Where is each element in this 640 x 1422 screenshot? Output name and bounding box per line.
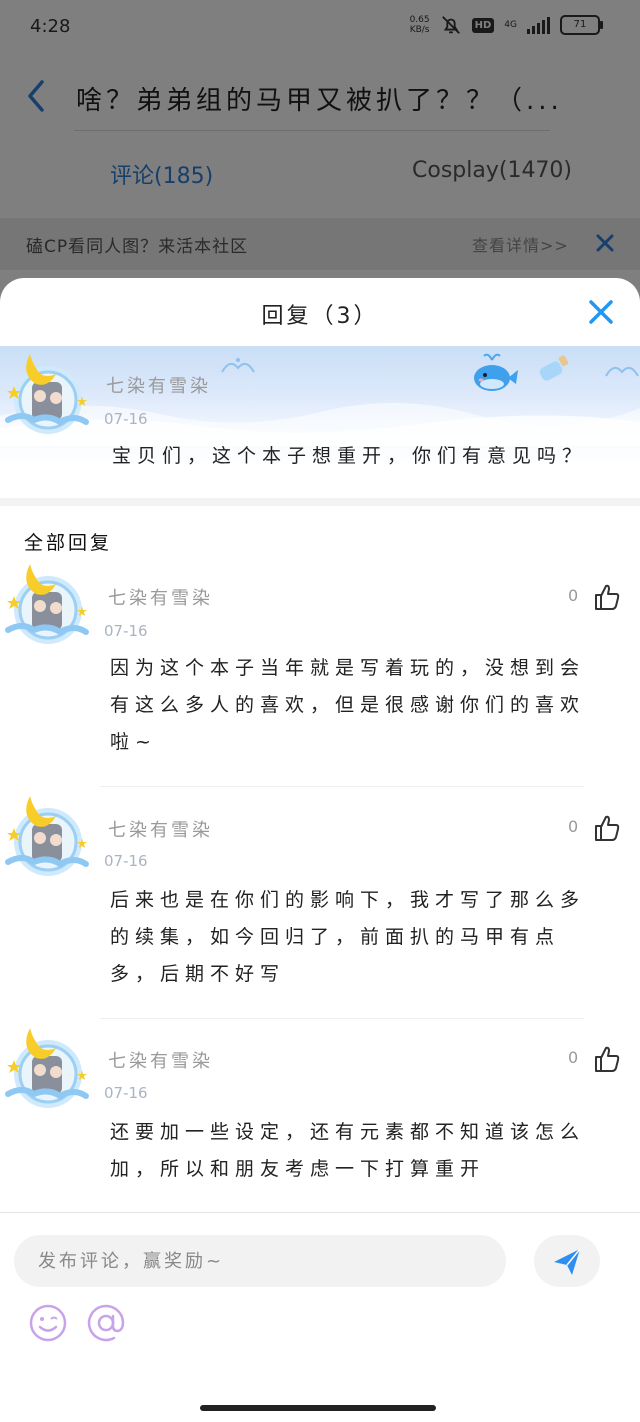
- row-divider: [100, 1018, 584, 1019]
- reply-username[interactable]: 七染有雪染: [108, 584, 213, 610]
- reply-avatar[interactable]: [2, 1018, 92, 1114]
- reply-content-line: 的续集，如今回归了，前面扒的马甲有点: [110, 926, 561, 948]
- home-indicator[interactable]: [200, 1405, 436, 1411]
- wave-decoration: [0, 402, 640, 446]
- parent-content: 宝贝们，这个本子想重开，你们有意见吗？: [112, 445, 588, 467]
- reply-date: 07-16: [104, 622, 148, 640]
- reply-content-line: 啦~: [110, 731, 157, 753]
- reply-content-line: 还要加一些设定，还有元素都不知道该怎么: [110, 1121, 586, 1143]
- thumbs-up-icon[interactable]: [593, 814, 621, 842]
- comment-composer: [0, 1212, 640, 1422]
- whale-icon: [474, 353, 518, 391]
- reply-content-line: 加，所以和朋友考虑一下打算重开: [110, 1158, 486, 1180]
- like-count: 0: [568, 1048, 579, 1067]
- reply-date: 07-16: [104, 1084, 148, 1102]
- reply-content: 因为这个本子当年就是写着玩的，没想到会 有这么多人的喜欢，但是很感谢你们的喜欢 …: [110, 650, 620, 761]
- thumbs-up-icon[interactable]: [593, 1045, 621, 1073]
- section-separator: [0, 498, 640, 506]
- reply-avatar[interactable]: [2, 554, 92, 650]
- comment-input[interactable]: [14, 1235, 506, 1287]
- avatar[interactable]: [2, 344, 92, 440]
- parent-date: 07-16: [104, 410, 148, 428]
- reply-sheet: 回复（3） 七染有雪染 07-16 宝贝们，这个本子想重开，你们有意见吗？ 全部…: [0, 278, 640, 1422]
- parent-username[interactable]: 七染有雪染: [106, 372, 211, 398]
- reply-username[interactable]: 七染有雪染: [108, 1047, 213, 1073]
- reply-date: 07-16: [104, 852, 148, 870]
- send-button[interactable]: [534, 1235, 600, 1287]
- reply-content-line: 有这么多人的喜欢，但是很感谢你们的喜欢: [110, 694, 586, 716]
- reply-content-line: 因为这个本子当年就是写着玩的，没想到会: [110, 657, 586, 679]
- thumbs-up-icon[interactable]: [593, 583, 621, 611]
- sheet-title: 回复（3）: [261, 304, 379, 329]
- reply-content-line: 多，后期不好写: [110, 963, 286, 985]
- reply-content: 后来也是在你们的影响下，我才写了那么多 的续集，如今回归了，前面扒的马甲有点 多…: [110, 882, 620, 993]
- parent-comment: 七染有雪染 07-16 宝贝们，这个本子想重开，你们有意见吗？: [0, 346, 640, 498]
- splash-decoration-right: [605, 366, 639, 377]
- at-mention-icon[interactable]: [84, 1301, 128, 1345]
- reply-avatar[interactable]: [2, 786, 92, 882]
- bottle-icon: [539, 355, 569, 381]
- sheet-header: 回复（3）: [0, 278, 640, 346]
- row-divider: [100, 786, 584, 787]
- all-replies-heading: 全部回复: [24, 532, 113, 554]
- close-icon[interactable]: [588, 299, 614, 325]
- reply-content: 还要加一些设定，还有元素都不知道该怎么 加，所以和朋友考虑一下打算重开: [110, 1114, 620, 1188]
- reply-username[interactable]: 七染有雪染: [108, 816, 213, 842]
- emoji-icon[interactable]: [28, 1303, 68, 1343]
- like-count: 0: [568, 817, 579, 836]
- send-icon: [554, 1248, 581, 1275]
- splash-decoration: [221, 358, 255, 373]
- like-count: 0: [568, 586, 579, 605]
- reply-content-line: 后来也是在你们的影响下，我才写了那么多: [110, 889, 586, 911]
